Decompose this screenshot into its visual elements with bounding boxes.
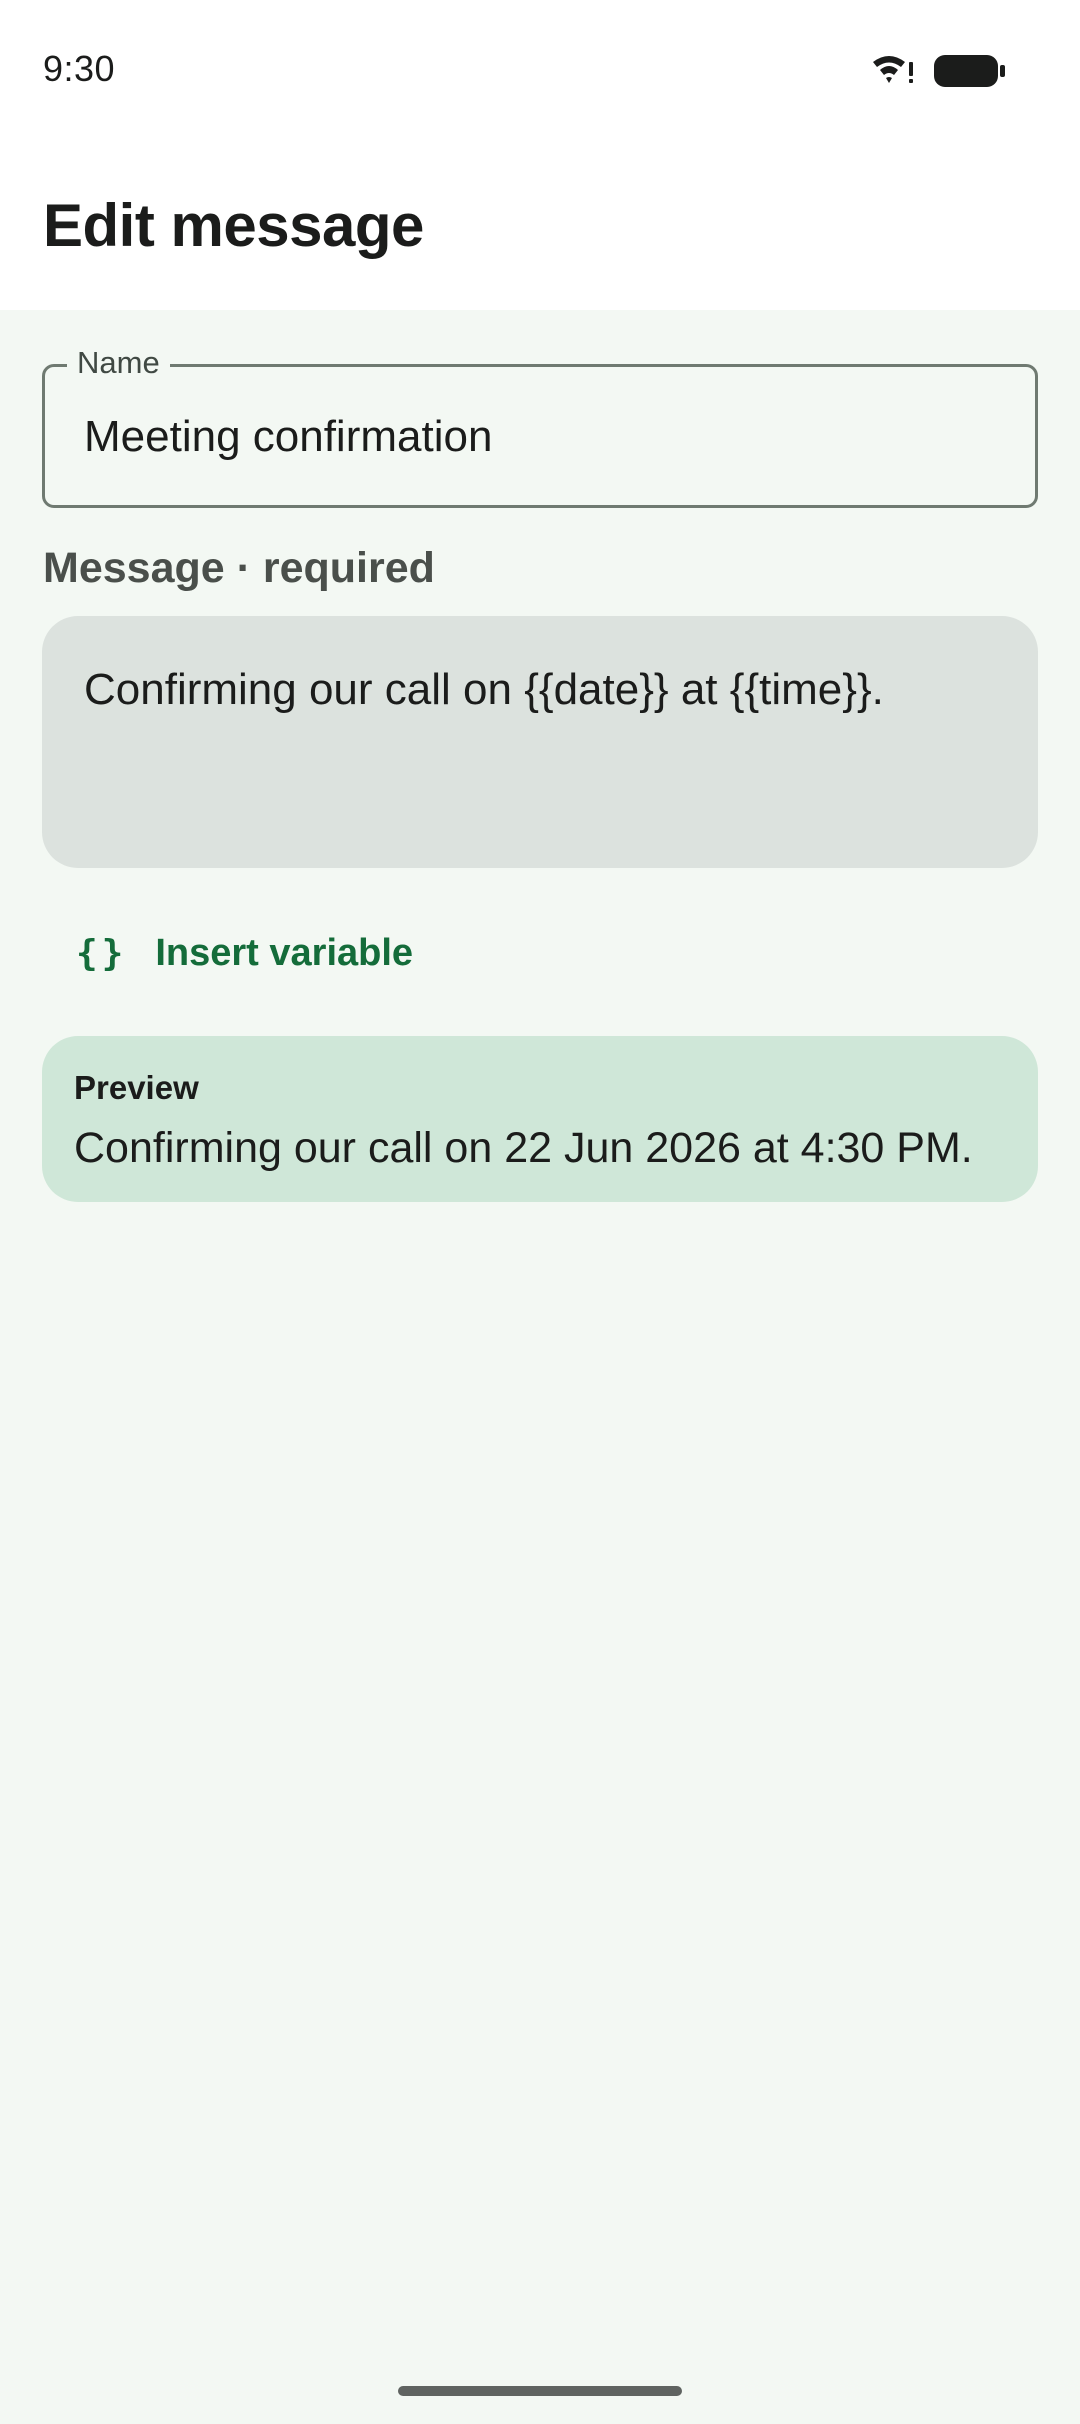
status-time: 9:30 — [43, 48, 116, 89]
page-title: Edit message — [43, 192, 424, 259]
top-app-bar: 9:30 Edit message — [0, 0, 1080, 310]
braces-icon: {} — [76, 932, 128, 974]
preview-title: Preview — [74, 1069, 199, 1106]
message-field-value[interactable]: Confirming our call on {{date}} at {{tim… — [84, 664, 884, 716]
name-field[interactable]: Name Meeting confirmation — [42, 341, 1038, 508]
preview-card: Preview Confirming our call on 22 Jun 20… — [42, 1036, 1038, 1202]
home-indicator[interactable] — [398, 2386, 682, 2396]
name-field-value[interactable]: Meeting confirmation — [84, 411, 492, 463]
message-field[interactable]: Confirming our call on {{date}} at {{tim… — [42, 616, 1038, 868]
message-field-label: Message · required — [43, 544, 435, 592]
battery-full-icon — [934, 55, 1005, 87]
wifi-alert-icon — [873, 56, 913, 83]
name-field-label: Name — [67, 341, 170, 385]
preview-text: Confirming our call on 22 Jun 2026 at 4:… — [74, 1124, 973, 1172]
insert-variable-label: Insert variable — [155, 931, 414, 974]
insert-variable-button[interactable]: {} Insert variable — [58, 914, 431, 992]
